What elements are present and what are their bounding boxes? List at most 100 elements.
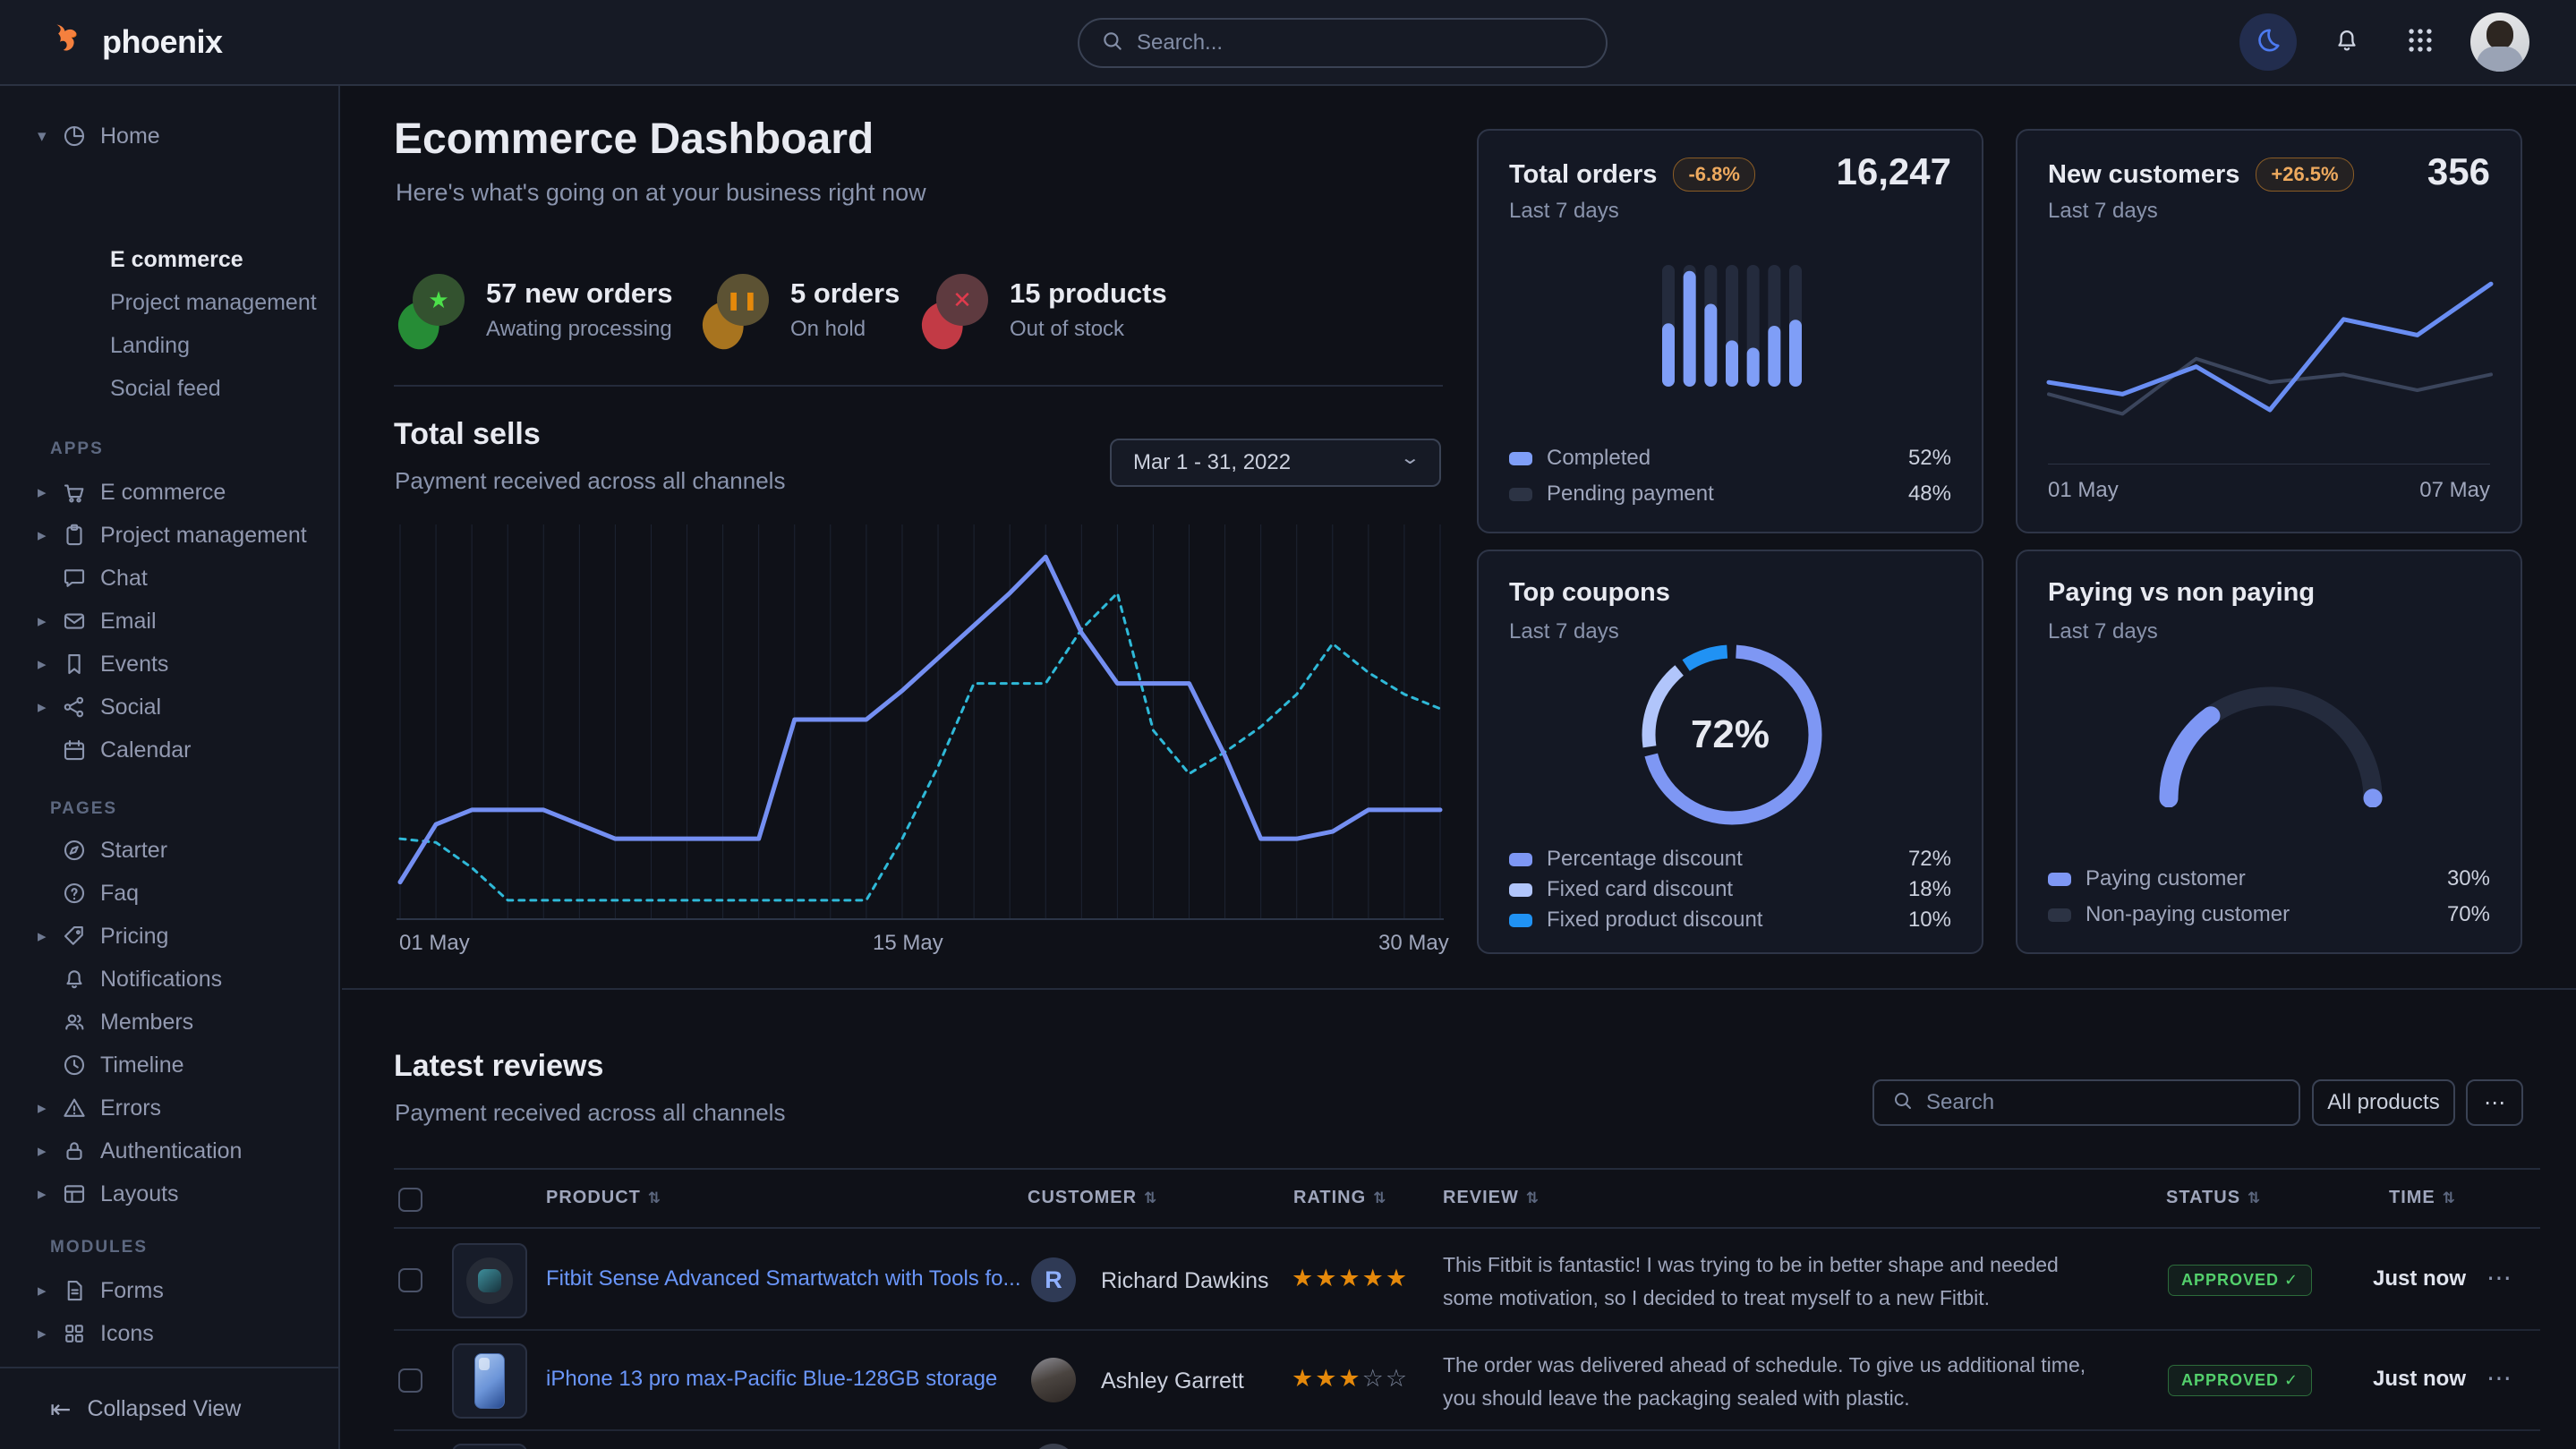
sidebar-item-label: Forms bbox=[100, 1278, 164, 1304]
reviews-search-input[interactable] bbox=[1926, 1090, 2281, 1115]
customer-avatar[interactable] bbox=[1031, 1444, 1076, 1449]
customer-avatar[interactable]: R bbox=[1031, 1257, 1076, 1302]
total-sells-chart bbox=[397, 521, 1444, 952]
legend-label: Pending payment bbox=[1547, 482, 1714, 507]
change-badge: -6.8% bbox=[1673, 158, 1754, 192]
sidebar-item-label: Members bbox=[100, 1010, 193, 1036]
sidebar-item-members[interactable]: Members bbox=[0, 1001, 340, 1044]
sidebar-item-faq[interactable]: Faq bbox=[0, 872, 340, 915]
new-customers-card: New customers +26.5% 356 Last 7 days 01 … bbox=[2016, 129, 2522, 533]
product-thumbnail[interactable] bbox=[452, 1243, 527, 1318]
card-period: Last 7 days bbox=[1509, 199, 1619, 224]
row-more-button[interactable]: ⋯ bbox=[2486, 1263, 2512, 1292]
select-all-checkbox[interactable] bbox=[398, 1188, 422, 1212]
notifications-button[interactable] bbox=[2324, 13, 2370, 71]
column-header-product[interactable]: PRODUCT bbox=[546, 1188, 661, 1208]
legend-value: 30% bbox=[2447, 866, 2490, 891]
apps-grid-button[interactable] bbox=[2397, 13, 2444, 71]
chevron-right-icon bbox=[38, 654, 61, 675]
x-tick: 07 May bbox=[2419, 478, 2490, 503]
sidebar-item-label: Email bbox=[100, 609, 157, 635]
sidebar-item-social[interactable]: Social bbox=[0, 686, 340, 729]
question-circle-icon bbox=[61, 880, 100, 907]
sidebar-item-calendar[interactable]: Calendar bbox=[0, 729, 340, 771]
sidebar-item-ecommerce[interactable]: E commerce bbox=[0, 471, 340, 514]
row-checkbox[interactable] bbox=[398, 1368, 422, 1393]
lock-icon bbox=[61, 1138, 100, 1164]
calendar-icon bbox=[61, 737, 100, 763]
sidebar-item-layouts[interactable]: Layouts bbox=[0, 1172, 340, 1215]
sidebar-subitem-project-management[interactable]: Project management bbox=[110, 283, 317, 322]
sidebar-item-authentication[interactable]: Authentication bbox=[0, 1129, 340, 1172]
table-row-partial bbox=[394, 1431, 2540, 1449]
legend-label: Fixed product discount bbox=[1547, 908, 1762, 933]
row-checkbox[interactable] bbox=[398, 1268, 422, 1292]
change-badge: +26.5% bbox=[2256, 158, 2353, 192]
latest-reviews-title: Latest reviews bbox=[394, 1049, 603, 1084]
sidebar-section-apps: APPS bbox=[50, 439, 104, 459]
legend-label: Paying customer bbox=[2086, 866, 2246, 891]
sidebar-item-errors[interactable]: Errors bbox=[0, 1087, 340, 1129]
page-title: Ecommerce Dashboard bbox=[394, 115, 874, 164]
sidebar-item-label: Starter bbox=[100, 838, 167, 864]
global-search[interactable] bbox=[1078, 18, 1608, 68]
date-range-select[interactable]: Mar 1 - 31, 2022 bbox=[1110, 439, 1441, 487]
collapse-sidebar-button[interactable]: Collapsed View bbox=[0, 1367, 338, 1449]
avatar-initial: R bbox=[1045, 1266, 1062, 1294]
legend-row: Fixed product discount 10% bbox=[1509, 908, 1951, 933]
legend-swatch bbox=[1509, 853, 1532, 866]
sidebar-item-home[interactable]: Home bbox=[0, 115, 340, 158]
total-sells-title: Total sells bbox=[394, 417, 541, 452]
x-tick: 30 May bbox=[1378, 931, 1449, 956]
column-header-status[interactable]: STATUS bbox=[2166, 1188, 2261, 1208]
avatar-body-shape bbox=[2477, 47, 2523, 72]
user-avatar[interactable] bbox=[2470, 13, 2529, 72]
chevron-right-icon bbox=[38, 611, 61, 632]
product-link[interactable]: iPhone 13 pro max-Pacific Blue-128GB sto… bbox=[546, 1367, 997, 1392]
sidebar-item-label: Layouts bbox=[100, 1181, 179, 1207]
sidebar-item-project-management[interactable]: Project management bbox=[0, 514, 340, 557]
reviews-search[interactable] bbox=[1872, 1079, 2300, 1126]
column-header-review[interactable]: REVIEW bbox=[1443, 1188, 1540, 1208]
new-customers-line-chart bbox=[2045, 245, 2495, 456]
column-header-time[interactable]: TIME bbox=[2389, 1188, 2456, 1208]
sidebar-subitem-social-feed[interactable]: Social feed bbox=[110, 369, 221, 408]
chevron-right-icon bbox=[38, 1098, 61, 1119]
sidebar-item-notifications[interactable]: Notifications bbox=[0, 958, 340, 1001]
column-header-customer[interactable]: CUSTOMER bbox=[1028, 1188, 1157, 1208]
chevron-right-icon bbox=[38, 525, 61, 546]
sidebar-item-chat[interactable]: Chat bbox=[0, 557, 340, 600]
sidebar-item-timeline[interactable]: Timeline bbox=[0, 1044, 340, 1087]
sidebar-item-events[interactable]: Events bbox=[0, 643, 340, 686]
sidebar-item-pricing[interactable]: Pricing bbox=[0, 915, 340, 958]
x-tick: 15 May bbox=[873, 931, 943, 956]
total-orders-bar-chart bbox=[1662, 265, 1802, 387]
sidebar-item-starter[interactable]: Starter bbox=[0, 829, 340, 872]
search-input[interactable] bbox=[1137, 30, 1584, 55]
collapse-label: Collapsed View bbox=[87, 1396, 241, 1422]
customer-avatar[interactable] bbox=[1031, 1358, 1076, 1402]
row-more-button[interactable]: ⋯ bbox=[2486, 1363, 2512, 1393]
product-thumbnail[interactable] bbox=[452, 1444, 527, 1449]
more-options-button[interactable]: ⋯ bbox=[2466, 1079, 2523, 1126]
theme-toggle-button[interactable] bbox=[2239, 13, 2297, 71]
sidebar-subitem-landing[interactable]: Landing bbox=[110, 326, 190, 365]
legend-value: 48% bbox=[1908, 482, 1951, 507]
all-products-button[interactable]: All products bbox=[2312, 1079, 2455, 1126]
brand-logo[interactable]: phoenix bbox=[50, 20, 223, 64]
review-text: This Fitbit is fantastic! I was trying t… bbox=[1443, 1249, 2105, 1315]
chevron-right-icon bbox=[38, 697, 61, 718]
sidebar-item-email[interactable]: Email bbox=[0, 600, 340, 643]
legend-label: Fixed card discount bbox=[1547, 877, 1733, 902]
legend-row: Completed 52% bbox=[1509, 446, 1951, 471]
product-thumbnail[interactable] bbox=[452, 1343, 527, 1419]
card-title: New customers bbox=[2048, 160, 2239, 190]
stat-title: 15 products bbox=[1010, 277, 1167, 310]
sidebar-item-forms[interactable]: Forms bbox=[0, 1269, 340, 1312]
chevron-down-icon bbox=[1400, 452, 1420, 474]
compass-icon bbox=[61, 837, 100, 864]
column-header-rating[interactable]: RATING bbox=[1293, 1188, 1386, 1208]
sidebar-item-icons[interactable]: Icons bbox=[0, 1312, 340, 1355]
product-link[interactable]: Fitbit Sense Advanced Smartwatch with To… bbox=[546, 1266, 1020, 1291]
sidebar-subitem-ecommerce[interactable]: E commerce bbox=[110, 240, 243, 279]
